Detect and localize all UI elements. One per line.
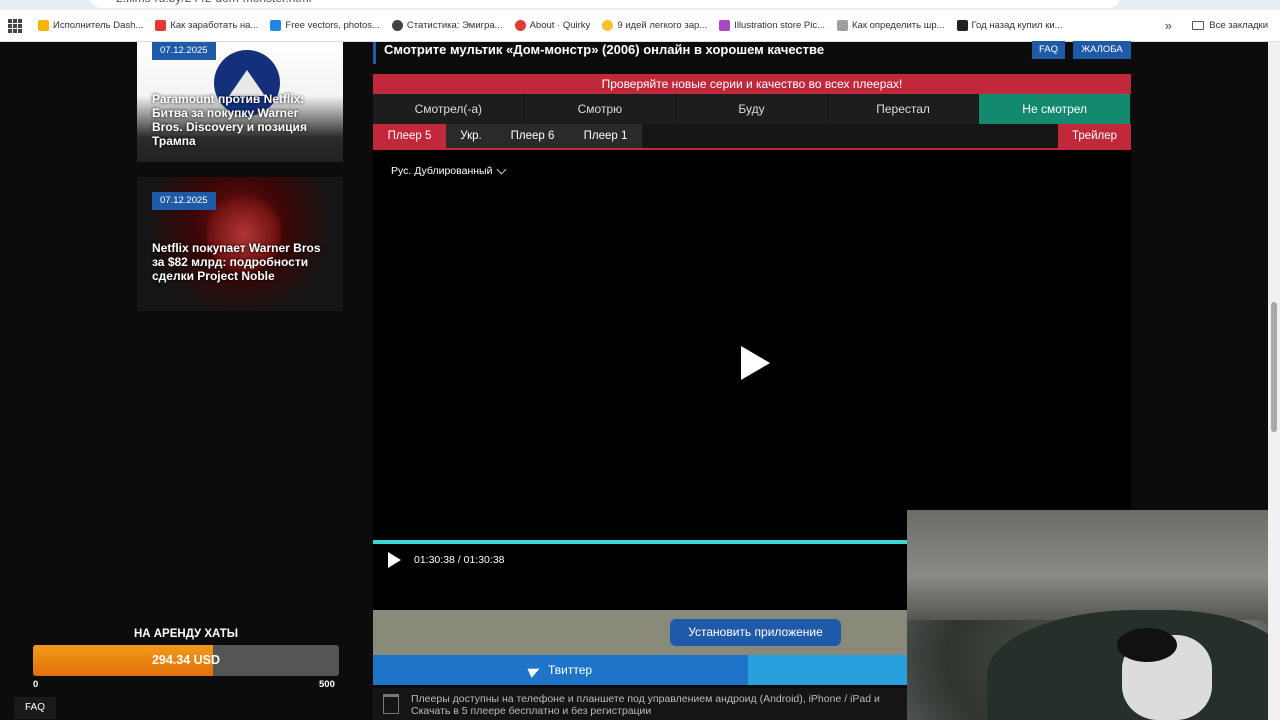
page-scrollbar[interactable] <box>1268 42 1280 720</box>
play-icon[interactable] <box>741 346 770 380</box>
footer-text: Плееры доступны на телефоне и планшете п… <box>411 693 911 717</box>
dub-label: Рус. Дублированный <box>391 165 493 177</box>
share-button[interactable] <box>748 655 907 685</box>
dub-select[interactable]: Рус. Дублированный <box>391 164 507 177</box>
all-bookmarks-label: Все закладки <box>1209 20 1268 31</box>
webcam-background <box>907 510 1280 620</box>
footer-line: Плееры доступны на телефоне и планшете п… <box>411 693 880 705</box>
tab-player-5[interactable]: Плеер 5 <box>373 124 446 148</box>
bookmark-favicon-icon <box>514 20 526 31</box>
bookmark-label: Как заработать на... <box>170 20 259 31</box>
news-card[interactable]: 07.12.2025 Netflix покупает Warner Bros … <box>137 177 343 311</box>
app-promo: Установить приложение <box>373 610 907 655</box>
bookmark-item[interactable]: Free vectors, photos... <box>270 20 380 31</box>
notice-banner: Проверяйте новые серии и качество во все… <box>373 74 1131 94</box>
bookmarks-bar: Исполнитель Dash... Как заработать на...… <box>0 10 1280 42</box>
footer-line: Скачать в 5 плеере бесплатно и без регис… <box>411 705 652 717</box>
share-twitter-button[interactable]: Твиттер <box>373 655 748 685</box>
webcam-person <box>1117 628 1177 662</box>
faq-button[interactable]: FAQ <box>1032 41 1065 59</box>
bookmark-favicon-icon <box>391 20 403 31</box>
status-not-watched-button[interactable]: Не смотрел <box>979 94 1131 124</box>
bookmark-label: Как определить шр... <box>852 20 945 31</box>
bookmark-favicon-icon <box>602 20 614 31</box>
bookmark-favicon-icon <box>956 20 968 31</box>
bookmark-item[interactable]: Illustration store Pic... <box>719 20 825 31</box>
bookmark-item[interactable]: Как заработать на... <box>155 20 258 31</box>
watch-status-tabs: Смотрел(-а) Смотрю Буду Перестал Не смот… <box>373 94 1131 124</box>
tab-player-6[interactable]: Плеер 6 <box>496 124 569 148</box>
folder-icon <box>1192 21 1205 30</box>
share-twitter-label: Твиттер <box>547 663 593 677</box>
news-title[interactable]: Netflix покупает Warner Bros за $82 млрд… <box>152 241 332 283</box>
donation-progress-bar: 294.34 USD <box>33 645 339 676</box>
bookmark-favicon-icon <box>270 20 282 31</box>
trash-icon <box>383 694 399 714</box>
news-date: 07.12.2025 <box>152 192 216 210</box>
bookmark-label: Illustration store Pic... <box>734 20 825 31</box>
webcam-overlay <box>907 510 1280 720</box>
telegram-icon <box>527 663 542 678</box>
tab-ukr[interactable]: Укр. <box>446 124 496 148</box>
bookmark-favicon-icon <box>38 20 49 31</box>
player-tabs: Плеер 5 Укр. Плеер 6 Плеер 1 Трейлер <box>373 124 1131 150</box>
time-display: 01:30:38 / 01:30:38 <box>414 554 505 566</box>
apps-grid-icon[interactable] <box>8 18 22 33</box>
browser-toolbar: 2.films-ru.by/2442-dom-monster.html <box>0 0 1280 10</box>
donation-amount: 294.34 USD <box>151 653 221 667</box>
bookmark-label: 9 идей легкого зар... <box>617 20 708 31</box>
bookmark-favicon-icon <box>155 20 167 31</box>
bookmark-item[interactable]: Исполнитель Dash... <box>38 20 143 31</box>
status-stopped-button[interactable]: Перестал <box>828 94 980 124</box>
faq-link[interactable]: FAQ <box>14 697 56 719</box>
news-title[interactable]: Paramount против Netflix: Битва за покуп… <box>152 92 332 148</box>
bookmark-label: Год назад купил ки... <box>971 20 1063 31</box>
bookmark-item[interactable]: 9 идей легкого зар... <box>602 20 707 31</box>
page-title: Смотрите мультик «Дом-монстр» (2006) онл… <box>373 42 1131 64</box>
donation-title: НА АРЕНДУ ХАТЫ <box>133 628 239 640</box>
install-app-button[interactable]: Установить приложение <box>670 619 841 646</box>
footer-note: Плееры доступны на телефоне и планшете п… <box>373 688 907 720</box>
status-watching-button[interactable]: Смотрю <box>525 94 677 124</box>
donation-max: 500 <box>319 679 335 690</box>
status-will-watch-button[interactable]: Буду <box>676 94 828 124</box>
trailer-button[interactable]: Трейлер <box>1058 124 1131 148</box>
bookmark-item[interactable]: Год назад купил ки... <box>956 20 1063 31</box>
bookmark-favicon-icon <box>837 20 848 31</box>
bookmark-label: About · Quirky <box>529 20 591 31</box>
scrollbar-thumb[interactable] <box>1271 302 1277 432</box>
bookmark-item[interactable]: Статистика: Эмигра... <box>391 20 503 31</box>
all-bookmarks-button[interactable]: Все закладки <box>1192 20 1268 31</box>
donation-min: 0 <box>33 679 39 690</box>
tab-player-1[interactable]: Плеер 1 <box>569 124 642 148</box>
bookmark-label: Free vectors, photos... <box>285 20 380 31</box>
bookmark-label: Исполнитель Dash... <box>53 20 144 31</box>
report-button[interactable]: ЖАЛОБА <box>1073 41 1131 59</box>
bookmark-item[interactable]: About · Quirky <box>514 20 591 31</box>
bookmark-label: Статистика: Эмигра... <box>406 20 503 31</box>
playback-progress-bar[interactable] <box>373 540 907 544</box>
address-bar[interactable]: 2.films-ru.by/2442-dom-monster.html <box>90 0 1120 8</box>
play-button-icon[interactable] <box>388 552 401 568</box>
status-watched-button[interactable]: Смотрел(-а) <box>373 94 525 124</box>
chevron-down-icon <box>497 164 507 174</box>
news-card[interactable]: 07.12.2025 Paramount против Netflix: Бит… <box>137 42 343 162</box>
bookmark-item[interactable]: Как определить шр... <box>837 20 945 31</box>
more-bookmarks-button[interactable]: » <box>1165 18 1172 33</box>
bookmark-favicon-icon <box>719 20 731 31</box>
news-date: 07.12.2025 <box>152 42 216 60</box>
